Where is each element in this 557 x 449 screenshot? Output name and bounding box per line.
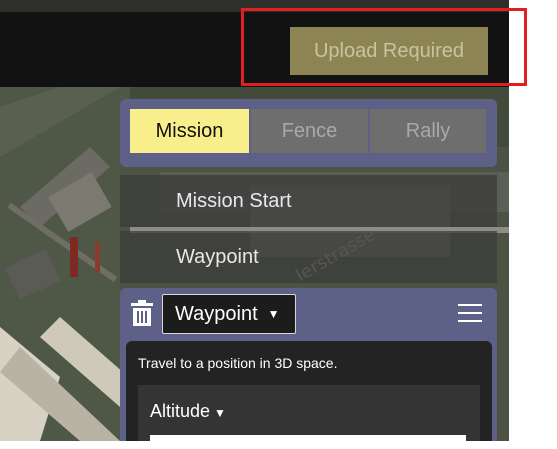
tab-rally[interactable]: Rally bbox=[370, 109, 486, 153]
command-select-value: Waypoint bbox=[175, 302, 258, 325]
tab-mission[interactable]: Mission bbox=[130, 109, 249, 153]
list-item-waypoint[interactable]: Waypoint bbox=[120, 231, 497, 283]
list-item-mission-start[interactable]: Mission Start bbox=[120, 175, 497, 227]
altitude-input[interactable] bbox=[150, 435, 466, 441]
command-description: Travel to a position in 3D space. bbox=[138, 355, 338, 371]
highlight-box bbox=[241, 8, 527, 86]
list-item-label: Mission Start bbox=[176, 189, 292, 212]
altitude-label: Altitude bbox=[150, 401, 211, 421]
chevron-down-icon: ▼ bbox=[214, 406, 226, 420]
chevron-down-icon: ▼ bbox=[267, 307, 280, 321]
altitude-dropdown[interactable]: Altitude ▼ bbox=[150, 401, 226, 422]
tab-fence[interactable]: Fence bbox=[251, 109, 368, 153]
list-item-label: Waypoint bbox=[176, 245, 259, 268]
hamburger-menu-icon[interactable] bbox=[458, 304, 482, 322]
command-select[interactable]: Waypoint ▼ bbox=[162, 294, 296, 334]
trash-icon[interactable] bbox=[130, 300, 154, 326]
plan-type-tabs: Mission Fence Rally bbox=[120, 99, 497, 167]
waypoint-editor: Waypoint ▼ Travel to a position in 3D sp… bbox=[120, 288, 497, 441]
altitude-section: Altitude ▼ bbox=[138, 385, 480, 441]
editor-body: Travel to a position in 3D space. Altitu… bbox=[126, 341, 492, 441]
